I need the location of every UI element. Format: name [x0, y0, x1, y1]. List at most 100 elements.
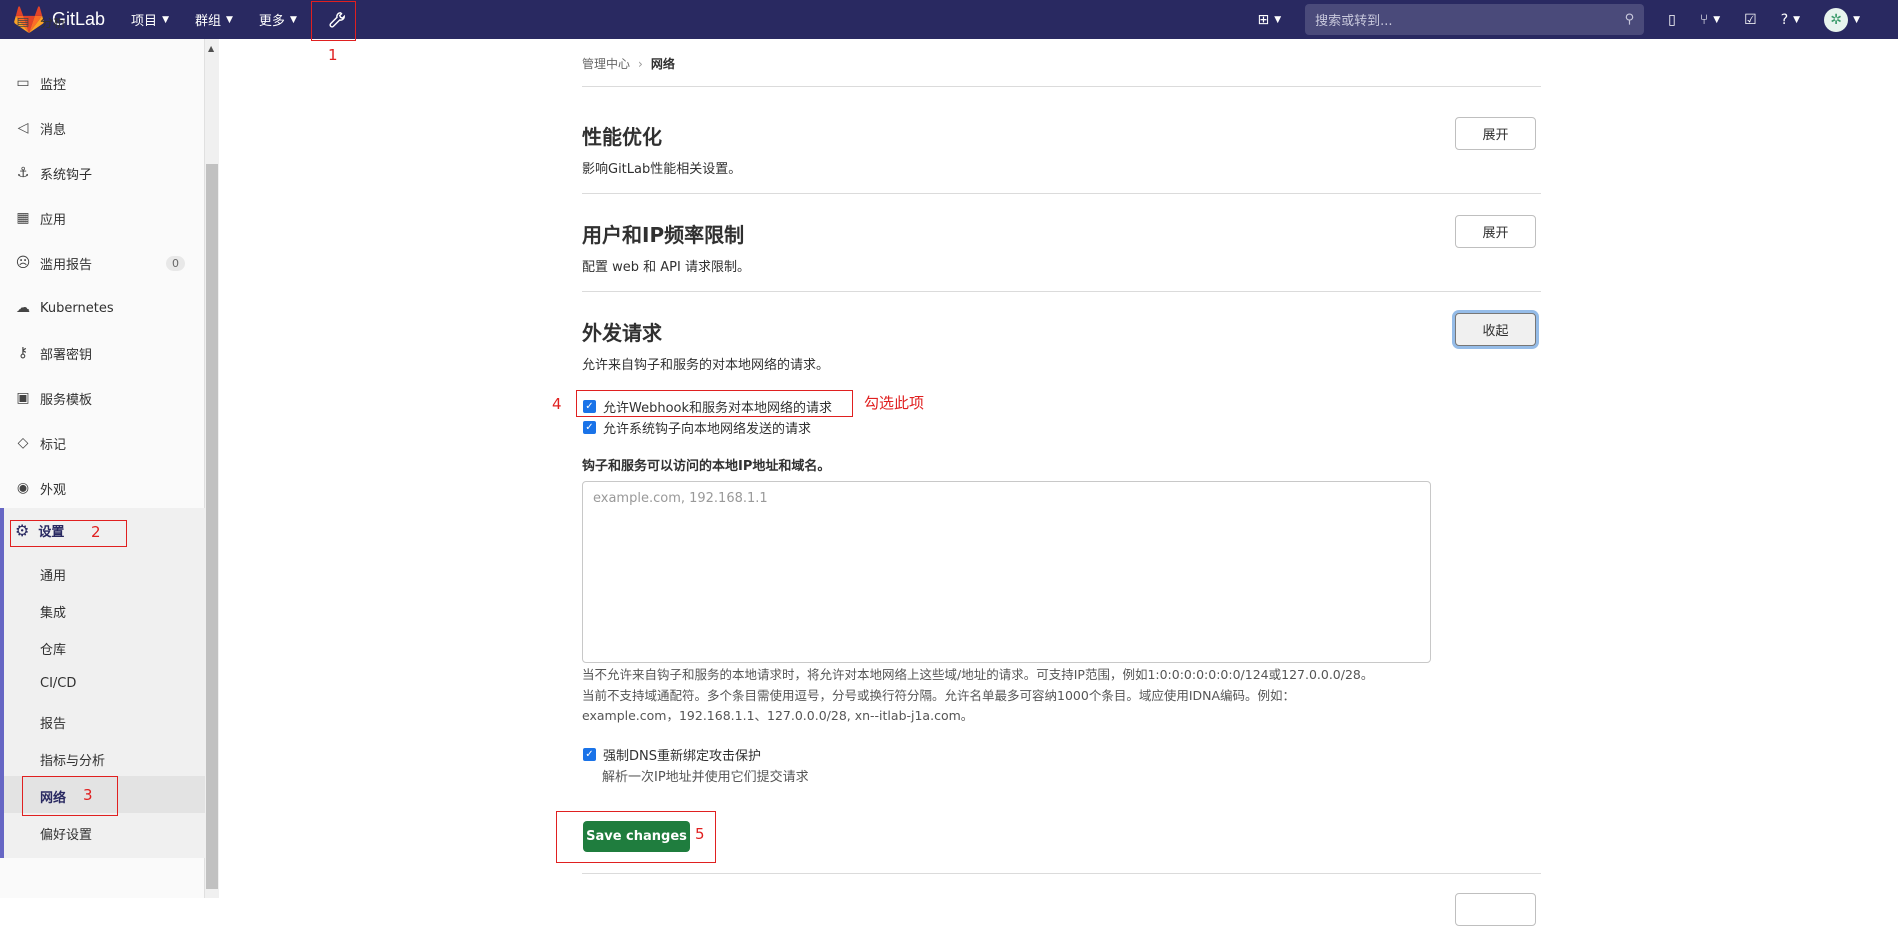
divider [582, 86, 1541, 87]
allowlist-textarea[interactable]: example.com, 192.168.1.1 [582, 481, 1431, 663]
scroll-up-arrow-icon[interactable]: ▲ [208, 44, 214, 53]
checkbox-label: 强制DNS重新绑定攻击保护 [603, 749, 761, 764]
help-line: example.com，192.168.1.1、127.0.0.0/28, xn… [582, 708, 974, 723]
divider [582, 873, 1541, 874]
issues-button[interactable]: ▯ [1668, 12, 1676, 28]
sidebar-item-analytics[interactable]: ▤ 分析 [0, 18, 205, 58]
sidebar-item-labels[interactable]: ◇ 标记 [0, 423, 205, 463]
chevron-down-icon: ▼ [226, 14, 233, 25]
anchor-icon: ⚓ [16, 165, 30, 181]
nav-more[interactable]: 更多 ▼ [259, 10, 297, 29]
question-icon: ? [1780, 11, 1789, 28]
dns-rebinding-help: 解析一次IP地址并使用它们提交请求 [602, 770, 809, 785]
sidebar-scrollbar[interactable]: ▲ [205, 39, 219, 898]
sidebar-item-label: 消息 [40, 122, 67, 138]
monitor-icon: ▭ [16, 75, 30, 91]
todos-button[interactable]: ☑ [1744, 12, 1757, 28]
template-icon: ▣ [16, 390, 30, 406]
sidebar-item-label: 标记 [40, 437, 67, 453]
issues-icon: ▯ [1668, 11, 1676, 28]
help-line: 当前不支持域通配符。多个条目需使用逗号，分号或换行符分隔。允许名单最多可容纳10… [582, 687, 1296, 703]
sidebar-item-service-templates[interactable]: ▣ 服务模板 [0, 378, 205, 418]
annotation-number-2: 2 [91, 523, 101, 541]
tag-icon: ◇ [17, 435, 29, 451]
sidebar-item-kubernetes[interactable]: ☁ Kubernetes [0, 288, 205, 328]
annotation-number-4: 4 [552, 395, 562, 413]
allow-system-hooks-local-checkbox[interactable]: ✓ [583, 421, 596, 434]
cloud-gear-icon: ☁ [16, 300, 30, 316]
sidebar-item-appearance[interactable]: ◉ 外观 [0, 468, 205, 508]
search-icon: ⚲ [1624, 12, 1635, 27]
sidebar-item-label: 外观 [40, 482, 67, 498]
annotation-box-4 [576, 390, 853, 417]
annotation-box-1 [311, 1, 356, 41]
palette-icon: ◉ [16, 480, 30, 496]
textarea-placeholder: example.com, 192.168.1.1 [593, 491, 768, 506]
chevron-down-icon: ▼ [1713, 14, 1721, 25]
nav-more-label: 更多 [258, 14, 285, 29]
dns-rebinding-checkbox[interactable]: ✓ [583, 748, 596, 761]
avatar-pattern-icon: ✲ [1830, 11, 1842, 28]
chevron-down-icon: ▼ [289, 14, 297, 25]
sidebar-item-label: 分析 [40, 18, 67, 31]
merge-request-icon: ⑂ [1699, 11, 1709, 28]
key-icon: ⚷ [17, 345, 29, 361]
sidebar-item-applications[interactable]: ▦ 应用 [0, 198, 205, 238]
sidebar-item-label: 部署密钥 [40, 347, 93, 363]
breadcrumb-parent[interactable]: 管理中心 [582, 55, 630, 72]
sidebar-sub-preferences[interactable]: 偏好设置 [40, 824, 92, 843]
sidebar-sub-reports[interactable]: 报告 [40, 713, 66, 732]
sidebar-sub-integrations[interactable]: 集成 [40, 602, 66, 621]
sidebar-sub-cicd[interactable]: CI/CD [40, 676, 76, 691]
user-menu-button[interactable]: ✲ ▼ [1824, 7, 1860, 32]
chevron-down-icon: ▼ [1793, 14, 1801, 25]
section-title-performance: 性能优化 [582, 125, 662, 149]
bullhorn-icon: ◁ [17, 120, 29, 136]
help-button[interactable]: ? ▼ [1781, 12, 1800, 28]
new-menu-button[interactable]: ⊞ ▼ [1257, 12, 1281, 28]
dns-rebinding-protection-row[interactable]: ✓ 强制DNS重新绑定攻击保护 [583, 745, 761, 764]
sidebar-sub-general[interactable]: 通用 [40, 565, 66, 584]
annotation-box-5 [556, 811, 716, 863]
expand-performance-button[interactable]: 展开 [1455, 117, 1536, 150]
sidebar-item-monitoring[interactable]: ▭ 监控 [0, 63, 205, 103]
sidebar-item-label: 监控 [40, 77, 67, 93]
grid-icon: ▦ [16, 210, 30, 226]
expand-rate-limits-button[interactable]: 展开 [1455, 215, 1536, 248]
help-line: 当不允许来自钩子和服务的本地请求时，将允许对本地网络上这些域/地址的请求。可支持… [582, 667, 1374, 682]
sidebar-item-label: 服务模板 [40, 392, 93, 408]
annotation-number-5: 5 [695, 825, 705, 843]
sidebar-sub-repository[interactable]: 仓库 [40, 639, 66, 658]
chevron-right-icon: › [638, 56, 643, 71]
collapse-outbound-button[interactable]: 收起 [1455, 313, 1536, 346]
todo-check-icon: ☑ [1744, 11, 1757, 28]
divider [582, 291, 1541, 292]
avatar: ✲ [1824, 7, 1849, 32]
search-placeholder: 搜索或转到... [1315, 14, 1393, 29]
section-title-outbound: 外发请求 [582, 321, 662, 345]
allow-system-hooks-local-requests-row[interactable]: ✓ 允许系统钩子向本地网络发送的请求 [583, 418, 811, 437]
sidebar-item-abuse-reports[interactable]: ☹ 滥用报告 0 [0, 243, 205, 283]
top-navbar: GitLab 项目 ▼ 群组 ▼ 更多 ▼ ⊞ ▼ 搜索或转到... ⚲ ▯ ⑂ ▼ ☑ … [0, 0, 1898, 39]
checkbox-label: 允许系统钩子向本地网络发送的请求 [603, 422, 812, 437]
sidebar-sub-metrics[interactable]: 指标与分析 [40, 750, 105, 769]
breadcrumb: 管理中心 › 网络 [582, 55, 675, 72]
sidebar-item-deploy-keys[interactable]: ⚷ 部署密钥 [0, 333, 205, 373]
chevron-down-icon: ▼ [1274, 14, 1282, 25]
divider [582, 193, 1541, 194]
allowlist-help-text: 当不允许来自钩子和服务的本地请求时，将允许对本地网络上这些域/地址的请求。可支持… [582, 665, 1442, 727]
annotation-note: 勾选此项 [864, 394, 925, 412]
chevron-down-icon: ▼ [1853, 14, 1860, 25]
sidebar-item-system-hooks[interactable]: ⚓ 系统钩子 [0, 153, 205, 193]
face-icon: ☹ [15, 255, 31, 271]
sidebar-item-label: 滥用报告 [40, 257, 93, 273]
chart-icon: ▤ [16, 18, 30, 29]
scrollbar-thumb[interactable] [206, 164, 218, 889]
merge-requests-button[interactable]: ⑂ ▼ [1700, 12, 1720, 28]
allowlist-label: 钩子和服务可以访问的本地IP地址和域名。 [582, 459, 831, 474]
section-desc-performance: 影响GitLab性能相关设置。 [582, 162, 742, 177]
annotation-number-1: 1 [328, 46, 338, 64]
annotation-box-3 [22, 776, 118, 816]
sidebar-item-messages[interactable]: ◁ 消息 [0, 108, 205, 148]
search-input[interactable]: 搜索或转到... ⚲ [1305, 4, 1645, 35]
